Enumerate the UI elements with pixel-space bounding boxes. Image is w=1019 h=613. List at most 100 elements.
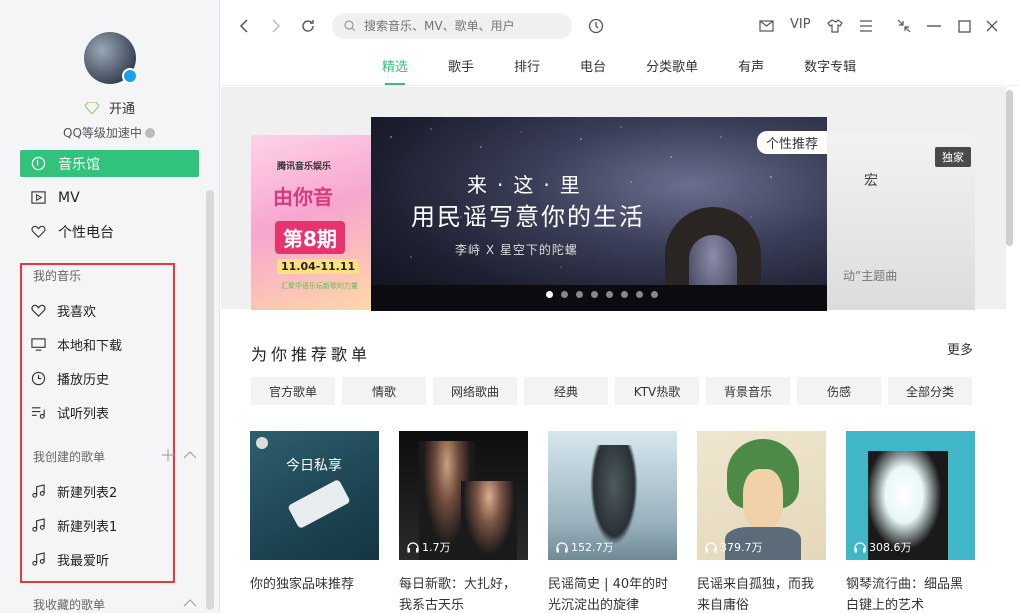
playlist-cover[interactable]: 379.7万	[697, 431, 826, 560]
sidebar-item-local[interactable]: 本地和下载	[31, 335, 122, 354]
qq-badge-icon	[122, 68, 138, 84]
carousel-dot[interactable]	[636, 291, 643, 298]
sidebar-item-favorite-list[interactable]: 我最爱听	[31, 550, 109, 569]
maximize-button[interactable]	[955, 17, 973, 35]
cover-text: 今日私享	[286, 458, 342, 474]
minimize-icon	[927, 25, 941, 27]
carousel-dots	[546, 291, 658, 298]
carousel-dot[interactable]	[591, 291, 598, 298]
shirt-icon	[827, 19, 843, 33]
playlist-icon	[31, 407, 45, 419]
chip-sad[interactable]: 伤感	[797, 377, 881, 405]
search-box[interactable]	[332, 13, 572, 39]
refresh-button[interactable]	[299, 17, 317, 35]
sidebar-scrollbar[interactable]	[206, 190, 214, 610]
banner-left-date: 11.04-11.11	[277, 259, 360, 274]
vip-link[interactable]: VIP	[790, 17, 811, 32]
vip-open[interactable]: 开通	[85, 98, 135, 117]
chip-ktv[interactable]: KTV热歌	[615, 377, 699, 405]
radio-heart-icon	[31, 225, 46, 238]
plus-icon[interactable]	[162, 449, 174, 461]
tab-digital-albums[interactable]: 数字专辑	[804, 56, 856, 75]
sidebar-item-label: 个性电台	[58, 224, 114, 241]
banner-slide-center[interactable]: 个性推荐 来·这·里 用民谣写意你的生活 李峙 X 星空下的陀螺	[371, 117, 827, 311]
sidebar-item-mv[interactable]: MV	[20, 184, 199, 211]
search-input[interactable]	[364, 19, 544, 33]
playlist-cover[interactable]: 今日私享	[250, 431, 379, 560]
sidebar-item-trial-list[interactable]: 试听列表	[31, 403, 109, 422]
sidebar-item-playlist-1[interactable]: 新建列表1	[31, 516, 117, 535]
banner-slide-right[interactable]: 独家 宏 动”主题曲	[826, 135, 975, 310]
playlist-title[interactable]: 你的独家品味推荐	[250, 574, 379, 613]
playlist-cover[interactable]: 152.7万	[548, 431, 677, 560]
carousel-dot[interactable]	[546, 291, 553, 298]
sidebar-item-music-hall[interactable]: 音乐馆	[20, 150, 199, 177]
tab-categories[interactable]: 分类歌单	[646, 56, 698, 75]
skin-button[interactable]	[826, 17, 844, 35]
recommend-more-link[interactable]: 更多	[947, 339, 973, 358]
playlist-cover[interactable]: 1.7万	[399, 431, 528, 560]
playlist-card[interactable]: 152.7万 民谣简史 | 40年的时光沉淀出的旋律	[548, 431, 677, 613]
playlist-card[interactable]: 今日私享 你的独家品味推荐	[250, 431, 379, 613]
qq-level-label: QQ等级加速中	[63, 126, 142, 140]
mail-button[interactable]	[757, 17, 775, 35]
carousel-dot[interactable]	[621, 291, 628, 298]
qq-level[interactable]: QQ等级加速中	[63, 124, 155, 141]
sidebar-item-radio[interactable]: 个性电台	[20, 218, 199, 245]
heart-icon	[31, 304, 46, 317]
playlist-card[interactable]: 1.7万 每日新歌：大扎好，我系古天乐	[399, 431, 528, 613]
minimize-button[interactable]	[925, 17, 943, 35]
menu-button[interactable]	[857, 17, 875, 35]
main-scrollbar[interactable]	[1006, 90, 1013, 246]
play-count: 308.6万	[854, 539, 912, 555]
headphones-icon	[854, 541, 866, 552]
chip-all[interactable]: 全部分类	[888, 377, 972, 405]
play-count-value: 379.7万	[720, 541, 763, 554]
listen-identify-button[interactable]	[587, 17, 605, 35]
tab-featured[interactable]: 精选	[382, 56, 408, 85]
note-icon	[32, 484, 45, 498]
ground-silhouette	[371, 285, 827, 311]
playlist-card[interactable]: 308.6万 钢琴流行曲：细品黑白键上的艺术	[846, 431, 975, 613]
playlist-title[interactable]: 民谣简史 | 40年的时光沉淀出的旋律	[548, 574, 677, 613]
tab-singers[interactable]: 歌手	[448, 56, 474, 75]
carousel-dot[interactable]	[606, 291, 613, 298]
mini-mode-button[interactable]	[895, 17, 913, 35]
playlist-title[interactable]: 民谣来自孤独，而我来自庸俗	[697, 574, 826, 613]
carousel-dot[interactable]	[651, 291, 658, 298]
arrow-circle-icon	[144, 127, 155, 138]
playlist-title[interactable]: 每日新歌：大扎好，我系古天乐	[399, 574, 528, 613]
chevron-up-icon[interactable]	[183, 599, 197, 607]
carousel-dot[interactable]	[576, 291, 583, 298]
chevron-up-icon[interactable]	[183, 451, 197, 459]
banner-slide-left[interactable]: 腾讯音乐娱乐 由你音 第8期 11.04-11.11 汇聚华语乐坛新歌的力量	[251, 135, 381, 310]
menu-icon	[860, 20, 872, 32]
forward-button[interactable]	[267, 17, 285, 35]
sidebar-item-history[interactable]: 播放历史	[31, 369, 109, 388]
banner-left-title: 由你音	[273, 185, 333, 209]
banner-right-text: 宏	[864, 173, 878, 189]
chip-background[interactable]: 背景音乐	[706, 377, 790, 405]
playlist-title[interactable]: 钢琴流行曲：细品黑白键上的艺术	[846, 574, 975, 613]
chip-love-songs[interactable]: 情歌	[342, 377, 426, 405]
category-chips: 官方歌单 情歌 网络歌曲 经典 KTV热歌 背景音乐 伤感 全部分类	[251, 377, 972, 405]
sidebar-item-favorites[interactable]: 我喜欢	[31, 301, 96, 320]
tab-audio[interactable]: 有声	[738, 56, 764, 75]
tab-charts[interactable]: 排行	[514, 56, 540, 75]
close-button[interactable]	[983, 17, 1001, 35]
banner-center-line2: 用民谣写意你的生活	[411, 203, 645, 231]
headphones-icon	[556, 541, 568, 552]
sidebar-item-label: 新建列表1	[57, 520, 118, 535]
back-button[interactable]	[235, 17, 253, 35]
clock-icon	[31, 371, 46, 386]
playlist-cover[interactable]: 308.6万	[846, 431, 975, 560]
chip-internet-songs[interactable]: 网络歌曲	[433, 377, 517, 405]
chip-official[interactable]: 官方歌单	[251, 377, 335, 405]
sidebar-item-playlist-2[interactable]: 新建列表2	[31, 482, 117, 501]
playlist-card[interactable]: 379.7万 民谣来自孤独，而我来自庸俗	[697, 431, 826, 613]
diamond-icon	[85, 101, 99, 114]
chip-classic[interactable]: 经典	[524, 377, 608, 405]
note-icon	[32, 552, 45, 566]
carousel-dot[interactable]	[561, 291, 568, 298]
tab-radio[interactable]: 电台	[580, 56, 606, 75]
